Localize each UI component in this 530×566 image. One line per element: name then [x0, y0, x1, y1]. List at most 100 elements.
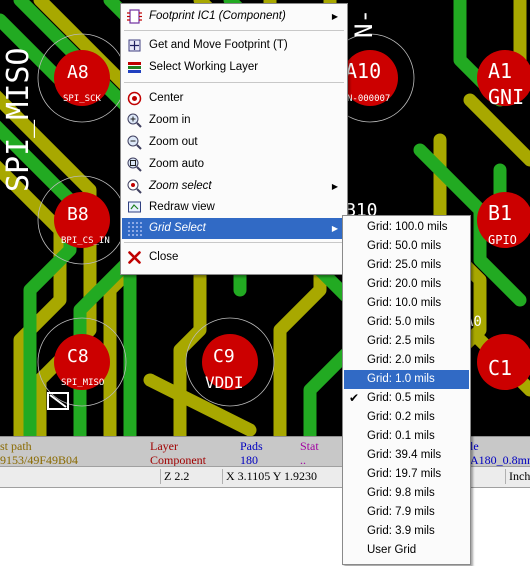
menu-separator	[124, 242, 344, 243]
footprint-anchor-icon	[47, 392, 69, 410]
menu-item-redraw-view[interactable]: Redraw view	[122, 197, 346, 218]
layer-value: Component	[150, 453, 206, 467]
grid-option-label: Grid: 2.0 mils	[367, 354, 435, 366]
pad-name-a8: A8	[67, 62, 89, 83]
layer-header: Layer	[150, 439, 178, 453]
grid-option[interactable]: Grid: 50.0 mils	[344, 237, 469, 256]
zoom-readout: Z 2.2	[160, 469, 216, 484]
menu-item-center[interactable]: Center	[122, 88, 346, 109]
menu-item-label: Grid Select	[149, 222, 206, 234]
pad-name-c1: C1	[488, 356, 512, 380]
pad-net-a8: SPI_SCK	[63, 94, 102, 104]
grid-option-label: Grid: 0.2 mils	[367, 411, 435, 423]
grid-option[interactable]: Grid: 2.5 mils	[344, 332, 469, 351]
pad-name-b8: B8	[67, 204, 89, 225]
grid-option-highlighted[interactable]: Grid: 1.0 mils	[344, 370, 469, 389]
move-footprint-icon	[128, 39, 141, 52]
grid-option-user-grid[interactable]: User Grid	[344, 541, 469, 560]
menu-separator	[124, 30, 344, 31]
grid-option[interactable]: Grid: 100.0 mils	[344, 218, 469, 237]
grid-option[interactable]: Grid: 3.9 mils	[344, 522, 469, 541]
menu-item-label: Footprint IC1 (Component)	[149, 10, 286, 22]
grid-option[interactable]: Grid: 20.0 mils	[344, 275, 469, 294]
context-menu: Footprint IC1 (Component) ▶ Get and Move…	[120, 3, 348, 275]
pad-net-c9: VDDI	[205, 373, 244, 392]
menu-item-label: Zoom in	[149, 114, 191, 126]
grid-option-label: Grid: 3.9 mils	[367, 525, 435, 537]
stat-header: Stat	[300, 439, 319, 453]
menu-item-zoom-auto[interactable]: Zoom auto	[122, 154, 346, 175]
menu-item-zoom-in[interactable]: Zoom in	[122, 110, 346, 131]
grid-option[interactable]: Grid: 7.9 mils	[344, 503, 469, 522]
pad-net-a10: N-000007	[347, 94, 390, 104]
close-icon	[128, 251, 141, 264]
grid-option[interactable]: Grid: 0.1 mils	[344, 427, 469, 446]
pcb-fragment-top: N-	[350, 9, 378, 38]
grid-option-label: Grid: 10.0 mils	[367, 297, 442, 309]
pad-net-c8: SPI_MISO	[61, 378, 104, 388]
grid-option-label: Grid: 25.0 mils	[367, 259, 442, 271]
menu-item-get-move-footprint[interactable]: Get and Move Footprint (T)	[122, 35, 346, 56]
units-readout: Inch	[505, 469, 530, 484]
redraw-icon	[128, 201, 141, 213]
menu-item-label: Redraw view	[149, 201, 215, 213]
menu-separator	[124, 82, 344, 83]
pads-value: 180	[240, 453, 258, 467]
pad-name-a10: A10	[345, 59, 381, 83]
grid-option-label: Grid: 50.0 mils	[367, 240, 442, 252]
grid-option-label: Grid: 7.9 mils	[367, 506, 435, 518]
zoom-select-icon	[127, 179, 142, 194]
grid-option-checked[interactable]: ✔ Grid: 0.5 mils	[344, 389, 469, 408]
menu-item-label: Zoom out	[149, 136, 198, 148]
layers-icon	[128, 62, 141, 73]
menu-item-close[interactable]: Close	[122, 247, 346, 268]
path-value: 9153/49F49B04	[0, 453, 79, 467]
pad-name-c9: C9	[213, 346, 235, 367]
menu-item-grid-select[interactable]: Grid Select ▶	[122, 218, 346, 239]
grid-option[interactable]: Grid: 2.0 mils	[344, 351, 469, 370]
submenu-arrow-icon: ▶	[331, 182, 338, 191]
checkmark-icon: ✔	[349, 391, 360, 405]
submenu-arrow-icon: ▶	[331, 224, 338, 233]
grid-option[interactable]: Grid: 5.0 mils	[344, 313, 469, 332]
pad-net-b1: GPIO	[488, 233, 517, 247]
grid-option-label: Grid: 39.4 mils	[367, 449, 442, 461]
menu-item-zoom-out[interactable]: Zoom out	[122, 132, 346, 153]
module-header: le	[470, 439, 479, 453]
menu-item-label: Zoom auto	[149, 158, 204, 170]
pad-name-b1: B1	[488, 201, 512, 225]
grid-option[interactable]: Grid: 0.2 mils	[344, 408, 469, 427]
center-icon	[127, 91, 142, 106]
menu-item-label: Select Working Layer	[149, 61, 259, 73]
menu-item-select-working-layer[interactable]: Select Working Layer	[122, 57, 346, 78]
zoom-auto-icon	[127, 157, 142, 172]
grid-icon	[128, 222, 142, 236]
pads-header: Pads	[240, 439, 263, 453]
grid-option-label: Grid: 1.0 mils	[367, 373, 435, 385]
grid-option[interactable]: Grid: 19.7 mils	[344, 465, 469, 484]
grid-option-label: Grid: 100.0 mils	[367, 221, 448, 233]
pad-name-c8: C8	[67, 346, 89, 367]
grid-option[interactable]: Grid: 9.8 mils	[344, 484, 469, 503]
menu-item-label: Get and Move Footprint (T)	[149, 39, 288, 51]
grid-option-label: Grid: 5.0 mils	[367, 316, 435, 328]
menu-item-label: Close	[149, 251, 179, 263]
module-value: A180_0.8mn	[470, 453, 530, 467]
grid-option-label: Grid: 0.5 mils	[367, 392, 435, 404]
grid-submenu: Grid: 100.0 mils Grid: 50.0 mils Grid: 2…	[342, 215, 471, 565]
vertical-net-label: SPI_MISO	[1, 48, 36, 193]
grid-option[interactable]: Grid: 39.4 mils	[344, 446, 469, 465]
grid-option[interactable]: Grid: 25.0 mils	[344, 256, 469, 275]
pad-net-a1: GNI	[488, 85, 524, 109]
menu-item-label: Zoom select	[149, 180, 212, 192]
grid-option-label: Grid: 19.7 mils	[367, 468, 442, 480]
menu-item-zoom-select[interactable]: Zoom select ▶	[122, 176, 346, 197]
grid-option[interactable]: Grid: 10.0 mils	[344, 294, 469, 313]
grid-option-label: User Grid	[367, 544, 417, 556]
zoom-in-icon	[127, 113, 142, 128]
pad-name-a1: A1	[488, 59, 512, 83]
footprint-icon	[127, 9, 142, 24]
grid-option-label: Grid: 2.5 mils	[367, 335, 435, 347]
menu-item-footprint[interactable]: Footprint IC1 (Component) ▶	[122, 6, 346, 27]
pad-net-b8: BPI_CS_IN	[61, 236, 110, 246]
